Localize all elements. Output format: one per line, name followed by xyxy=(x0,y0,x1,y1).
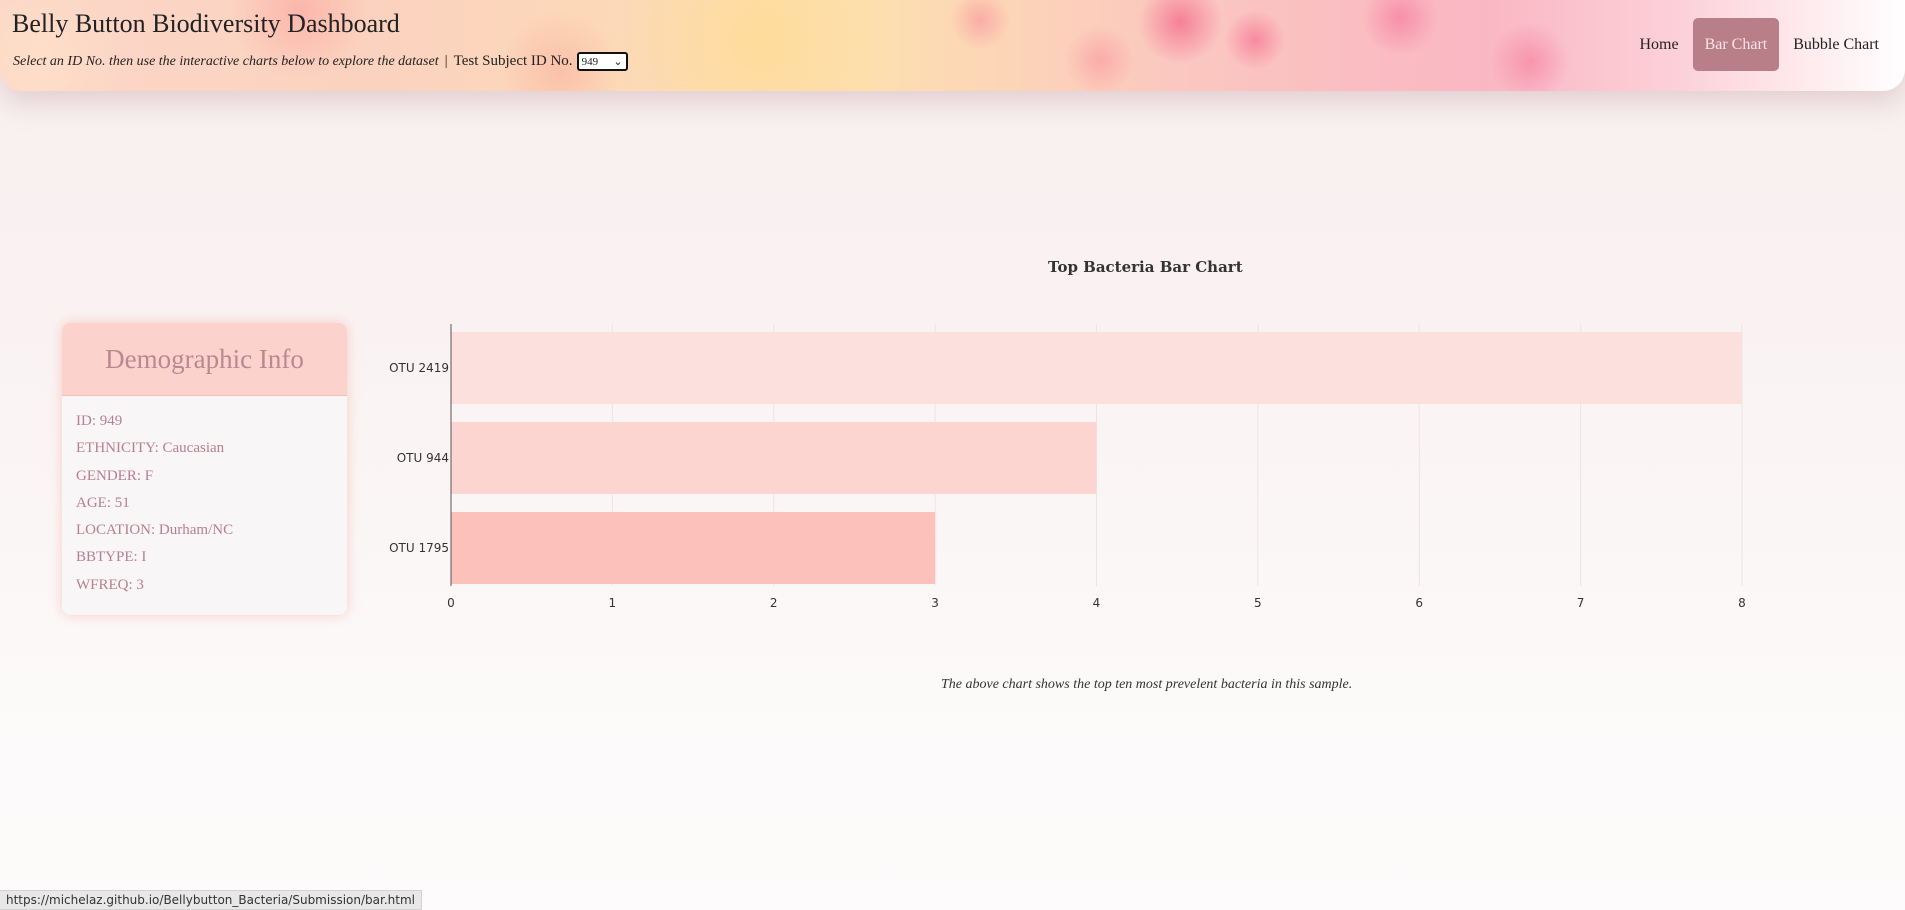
status-bar-url: https://michelaz.github.io/Bellybutton_B… xyxy=(0,890,422,910)
x-tick-label: 8 xyxy=(1738,596,1746,610)
x-tick-label: 0 xyxy=(447,596,455,610)
y-tick-label: OTU 1795 xyxy=(389,541,449,555)
bar-chart: OTU 2419 OTU 944 OTU 1795 0 1 2 3 4 5 6 7 8 xyxy=(389,324,1746,610)
y-tick-label: OTU 2419 xyxy=(389,361,449,375)
x-tick-label: 6 xyxy=(1415,596,1423,610)
y-tick-label: OTU 944 xyxy=(397,451,449,465)
x-tick-label: 4 xyxy=(1093,596,1101,610)
bar xyxy=(451,332,1742,404)
x-tick-label: 5 xyxy=(1254,596,1262,610)
chart-caption: The above chart shows the top ten most p… xyxy=(941,677,1353,692)
bar xyxy=(451,422,1097,494)
x-tick-label: 1 xyxy=(609,596,617,610)
x-tick-label: 3 xyxy=(931,596,939,610)
bar xyxy=(451,512,936,584)
x-tick-label: 2 xyxy=(770,596,778,610)
x-tick-label: 7 xyxy=(1577,596,1585,610)
